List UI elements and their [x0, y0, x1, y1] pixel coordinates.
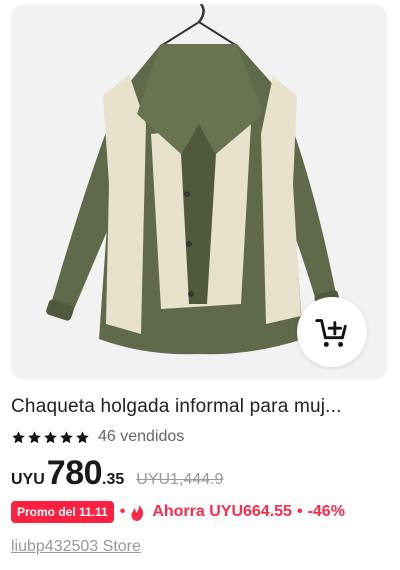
- savings-text: Ahorra UYU664.55: [152, 503, 292, 520]
- sold-count: 46 vendidos: [98, 428, 185, 445]
- rating-row: 46 vendidos: [11, 427, 184, 447]
- price-integer: 780: [46, 454, 103, 492]
- star-icon: [28, 430, 41, 443]
- star-icon: [44, 430, 57, 443]
- price-decimal: .35: [102, 471, 125, 488]
- flame-icon: [131, 503, 144, 521]
- promo-badge: Promo del 11.11: [11, 501, 114, 523]
- price-row: UYU 780 .35 UYU1,444.9: [11, 454, 223, 492]
- star-icon: [76, 430, 89, 443]
- promo-row: Promo del 11.11 • Ahorra UYU664.55 • -46…: [11, 500, 345, 524]
- discount-percent: -46%: [307, 503, 345, 520]
- store-link[interactable]: liubp432503 Store: [11, 538, 141, 556]
- star-icon: [12, 430, 25, 443]
- star-icon: [60, 430, 73, 443]
- original-price: UYU1,444.9: [136, 471, 224, 488]
- add-to-cart-button[interactable]: [297, 297, 367, 367]
- product-title[interactable]: Chaqueta holgada informal para muj...: [11, 396, 389, 418]
- product-card[interactable]: Chaqueta holgada informal para muj... 46…: [0, 0, 400, 570]
- price-currency: UYU: [11, 471, 45, 488]
- star-rating: [11, 430, 90, 445]
- bullet-separator: •: [296, 503, 303, 520]
- product-image[interactable]: [11, 4, 387, 380]
- bullet-separator: •: [119, 503, 126, 520]
- add-to-cart-icon: [315, 319, 347, 347]
